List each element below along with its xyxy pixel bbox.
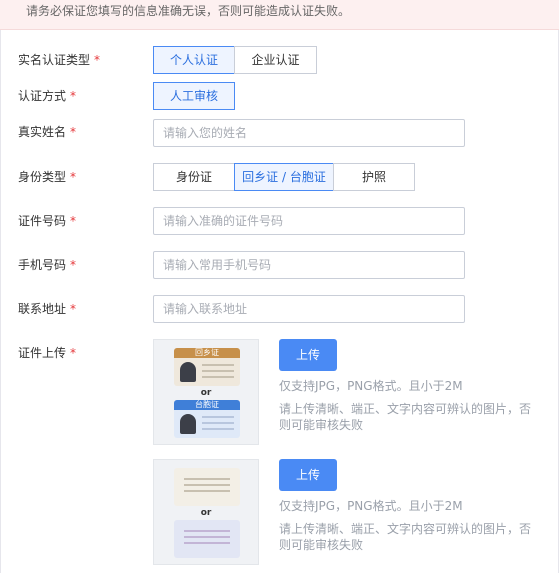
or-divider: or	[200, 388, 212, 398]
required-mark: *	[70, 346, 77, 360]
auth-type-personal[interactable]: 个人认证	[153, 46, 235, 74]
notice-banner: 请务必保证您填写的信息准确无误，否则可能造成认证失败。	[0, 0, 559, 30]
real-name-label: 真实姓名 *	[18, 125, 77, 139]
address-input[interactable]	[153, 295, 465, 323]
required-mark: *	[70, 170, 77, 184]
portrait-icon	[180, 362, 196, 382]
required-mark: *	[70, 214, 77, 228]
travel-permit-sample: 回乡证	[174, 348, 240, 386]
id-number-label: 证件号码 *	[18, 214, 77, 228]
text-lines	[184, 530, 230, 532]
upload-back-button[interactable]: 上传	[279, 459, 337, 491]
upload-label: 证件上传 *	[18, 346, 77, 360]
or-divider: or	[200, 508, 212, 518]
required-mark: *	[70, 125, 77, 139]
id-type-label: 身份类型 *	[18, 170, 77, 184]
permit-back-sample	[174, 468, 240, 506]
address-label: 联系地址 *	[18, 302, 77, 316]
id-number-input[interactable]	[153, 207, 465, 235]
required-mark: *	[70, 302, 77, 316]
auth-type-label: 实名认证类型 *	[18, 53, 101, 67]
phone-input[interactable]	[153, 251, 465, 279]
portrait-icon	[180, 414, 196, 434]
text-lines	[184, 478, 230, 480]
upload-sample-back: or	[153, 459, 259, 565]
id-type-passport[interactable]: 护照	[333, 163, 415, 191]
taiwan-permit-sample: 台胞证	[174, 400, 240, 438]
format-hint: 仅支持JPG，PNG格式。且小于2M	[279, 499, 463, 513]
id-type-idcard[interactable]: 身份证	[153, 163, 235, 191]
format-hint: 仅支持JPG，PNG格式。且小于2M	[279, 379, 463, 393]
text-lines	[202, 416, 234, 418]
notice-text: 请务必保证您填写的信息准确无误，否则可能造成认证失败。	[26, 4, 351, 18]
phone-label: 手机号码 *	[18, 258, 77, 272]
permit-back-sample-alt	[174, 520, 240, 558]
auth-method-label: 认证方式 *	[18, 89, 77, 103]
auth-method-manual[interactable]: 人工审核	[153, 82, 235, 110]
required-mark: *	[94, 53, 101, 67]
upload-front-button[interactable]: 上传	[279, 339, 337, 371]
id-type-travel-permit[interactable]: 回乡证 / 台胞证	[234, 163, 334, 191]
upload-sample-front: 回乡证 or 台胞证	[153, 339, 259, 445]
quality-hint: 请上传清晰、端正、文字内容可辨认的图片，否则可能审核失败	[279, 522, 532, 552]
required-mark: *	[70, 89, 77, 103]
quality-hint: 请上传清晰、端正、文字内容可辨认的图片，否则可能审核失败	[279, 402, 532, 432]
travel-permit-title: 回乡证	[174, 348, 240, 358]
real-name-input[interactable]	[153, 119, 465, 147]
auth-type-enterprise[interactable]: 企业认证	[234, 46, 317, 74]
text-lines	[202, 364, 234, 366]
taiwan-permit-title: 台胞证	[174, 400, 240, 410]
required-mark: *	[70, 258, 77, 272]
